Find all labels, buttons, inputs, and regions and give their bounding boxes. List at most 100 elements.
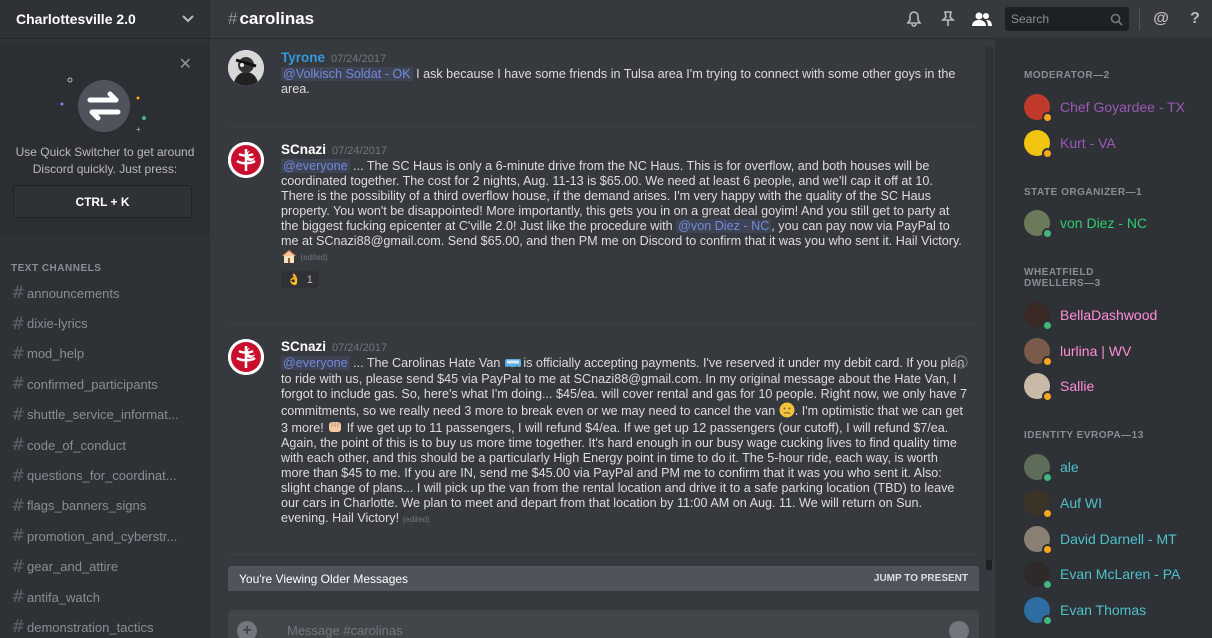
channel-label: dixie-lyrics bbox=[27, 316, 88, 332]
member-list: MODERATOR—2 Chef Goyardee - TX Kurt - VA… bbox=[995, 38, 1212, 638]
channel-item[interactable]: # gear_and_attire bbox=[0, 552, 210, 582]
member-name: Sallie bbox=[1060, 378, 1095, 394]
message-scrollbar[interactable] bbox=[985, 46, 993, 562]
member-group-title: STATE ORGANIZER—1 bbox=[1024, 187, 1143, 198]
message-timestamp: 07/24/2017 bbox=[332, 145, 388, 157]
quick-switcher-tip: ✕ + Use Quick Switcher to get around Dis… bbox=[0, 44, 210, 234]
channel-item[interactable]: # questions_for_coordinat... bbox=[0, 460, 210, 490]
member-item[interactable]: BellaDashwood bbox=[1024, 300, 1157, 331]
member-name: von Diez - NC bbox=[1060, 215, 1148, 231]
channel-label: demonstration_tactics bbox=[27, 619, 154, 635]
channel-item[interactable]: # antifa_watch bbox=[0, 582, 210, 612]
chevron-down-icon bbox=[182, 15, 194, 23]
message-content: @everyone ... The SC Haus is only a 6-mi… bbox=[281, 159, 968, 265]
hash-icon: # bbox=[11, 587, 26, 608]
add-reaction-icon[interactable] bbox=[954, 355, 968, 372]
channel-item[interactable]: # promotion_and_cyberstr... bbox=[0, 521, 210, 551]
avatar bbox=[1024, 302, 1053, 331]
member-item[interactable]: Kurt - VA bbox=[1024, 128, 1116, 159]
help-icon[interactable]: ? bbox=[1182, 6, 1208, 32]
member-group-title: WHEATFIELD DWELLERS—3 bbox=[1024, 267, 1101, 289]
avatar bbox=[1024, 454, 1053, 483]
user-mention[interactable]: @von Diez - NC bbox=[676, 219, 772, 233]
avatar bbox=[1024, 526, 1053, 555]
channel-item[interactable]: # confirmed_participants bbox=[0, 369, 210, 399]
message-content: @Volkisch Soldat - OK I ask because I ha… bbox=[281, 67, 968, 97]
text-channels-heading[interactable]: TEXT CHANNELS bbox=[11, 263, 101, 274]
member-item[interactable]: lurlina | WV bbox=[1024, 336, 1132, 367]
user-mention[interactable]: @Volkisch Soldat - OK bbox=[281, 67, 413, 81]
member-name: Chef Goyardee - TX bbox=[1060, 99, 1186, 115]
avatar[interactable] bbox=[228, 142, 264, 178]
pin-icon[interactable] bbox=[935, 6, 961, 32]
bell-icon[interactable] bbox=[901, 6, 927, 32]
channel-header: #carolinas @ ? bbox=[210, 0, 1212, 38]
channel-label: mod_help bbox=[27, 346, 85, 362]
channel-item[interactable]: # demonstration_tactics bbox=[0, 612, 210, 638]
status-online-icon bbox=[1042, 228, 1053, 239]
avatar bbox=[1024, 561, 1053, 590]
close-icon[interactable]: ✕ bbox=[179, 54, 192, 74]
hash-icon: # bbox=[11, 283, 26, 304]
channel-label: antifa_watch bbox=[27, 589, 100, 605]
emoji-picker-icon[interactable] bbox=[949, 621, 969, 638]
channel-label: gear_and_attire bbox=[27, 559, 119, 575]
message-timestamp: 07/24/2017 bbox=[331, 53, 387, 65]
ok-hand-icon: 👌 bbox=[287, 274, 301, 286]
channel-item[interactable]: # mod_help bbox=[0, 339, 210, 369]
message-author[interactable]: Tyrone bbox=[281, 50, 325, 65]
channel-label: shuttle_service_informat... bbox=[27, 407, 179, 423]
members-icon[interactable] bbox=[969, 6, 995, 32]
hash-icon: # bbox=[11, 313, 26, 334]
older-messages-text: You're Viewing Older Messages bbox=[239, 571, 409, 586]
message-input[interactable]: Message #carolinas bbox=[287, 623, 403, 638]
member-item[interactable]: Chef Goyardee - TX bbox=[1024, 92, 1186, 123]
message-composer[interactable]: + Message #carolinas bbox=[228, 610, 979, 638]
channel-label: code_of_conduct bbox=[27, 437, 127, 453]
avatar bbox=[1024, 490, 1053, 519]
member-name: David Darnell - MT bbox=[1060, 531, 1177, 547]
avatar[interactable] bbox=[228, 50, 264, 86]
scrollbar-thumb[interactable] bbox=[986, 560, 992, 570]
message-author[interactable]: SCnazi bbox=[281, 339, 326, 354]
search-box[interactable] bbox=[1005, 7, 1129, 31]
member-name: ale bbox=[1060, 459, 1079, 475]
channel-item[interactable]: # shuttle_service_informat... bbox=[0, 400, 210, 430]
status-online-icon bbox=[1042, 579, 1053, 590]
avatar bbox=[1024, 373, 1053, 402]
everyone-mention[interactable]: @everyone bbox=[281, 159, 350, 173]
member-item[interactable]: Auf WI bbox=[1024, 488, 1102, 519]
member-name: Kurt - VA bbox=[1060, 135, 1116, 151]
channel-item[interactable]: # code_of_conduct bbox=[0, 430, 210, 460]
mention-icon[interactable]: @ bbox=[1148, 6, 1174, 32]
message-author[interactable]: SCnazi bbox=[281, 142, 326, 157]
channel-name: carolinas bbox=[239, 9, 315, 28]
message: SCnazi 07/24/2017 @everyone ... The SC H… bbox=[228, 142, 968, 288]
search-input[interactable] bbox=[1011, 12, 1101, 26]
channel-item[interactable]: # flags_banners_signs bbox=[0, 491, 210, 521]
hash-icon: # bbox=[11, 374, 26, 395]
message-text: ... The Carolinas Hate Van bbox=[349, 356, 504, 370]
everyone-mention[interactable]: @everyone bbox=[281, 356, 350, 370]
jump-to-present-button[interactable]: JUMP TO PRESENT bbox=[874, 573, 968, 584]
avatar[interactable] bbox=[228, 339, 264, 375]
hash-icon: # bbox=[11, 495, 26, 516]
member-item[interactable]: Evan Thomas bbox=[1024, 595, 1146, 626]
upload-plus-icon[interactable]: + bbox=[237, 621, 257, 638]
member-group-title: IDENTITY EVROPA—13 bbox=[1024, 430, 1144, 441]
member-item[interactable]: Sallie bbox=[1024, 371, 1095, 402]
member-item[interactable]: von Diez - NC bbox=[1024, 208, 1148, 239]
member-item[interactable]: Evan McLaren - PA bbox=[1024, 559, 1180, 590]
member-item[interactable]: ale bbox=[1024, 452, 1079, 483]
channel-item[interactable]: # announcements bbox=[0, 278, 210, 308]
bus-emoji-icon bbox=[504, 358, 521, 372]
status-idle-icon bbox=[1042, 148, 1053, 159]
server-header[interactable]: Charlottesville 2.0 bbox=[0, 0, 210, 38]
member-name: lurlina | WV bbox=[1060, 343, 1132, 359]
fist-emoji-icon bbox=[327, 419, 343, 433]
member-item[interactable]: David Darnell - MT bbox=[1024, 524, 1177, 555]
message: SCnazi 07/24/2017 @everyone ... The Caro… bbox=[228, 339, 968, 527]
reaction[interactable]: 👌 1 bbox=[281, 271, 319, 288]
channel-label: questions_for_coordinat... bbox=[27, 468, 177, 484]
channel-item[interactable]: # dixie-lyrics bbox=[0, 308, 210, 338]
